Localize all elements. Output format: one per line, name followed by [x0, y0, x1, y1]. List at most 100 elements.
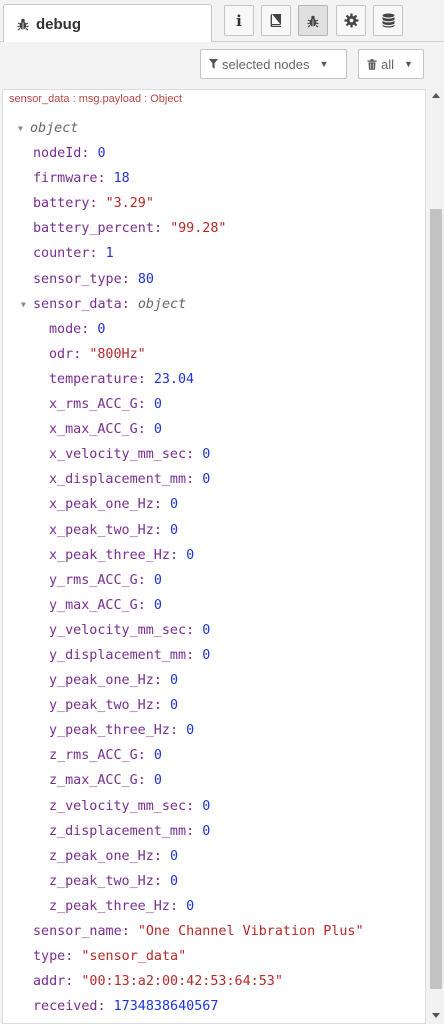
tree-property-row[interactable]: x_peak_one_Hz: 0 [3, 492, 423, 517]
property-colon: : [153, 848, 170, 864]
tree-property-row[interactable]: firmware: 18 [3, 166, 423, 191]
property-value[interactable]: 0 [154, 598, 162, 613]
property-value[interactable]: "3.29" [106, 196, 154, 211]
debug-button[interactable] [298, 5, 328, 36]
config-button[interactable] [336, 5, 366, 36]
clear-scope-label: all [381, 56, 395, 72]
expand-arrow-icon[interactable]: ▼ [18, 116, 23, 141]
property-value[interactable]: 0 [154, 773, 162, 788]
help-button[interactable] [261, 5, 291, 36]
tree-property-row[interactable]: z_peak_three_Hz: 0 [3, 894, 423, 919]
tree-property-row[interactable]: type: "sensor_data" [3, 944, 423, 969]
tree-property-row[interactable]: y_rms_ACC_G: 0 [3, 568, 423, 593]
property-value[interactable]: 0 [170, 874, 178, 889]
property-colon: : [169, 723, 187, 739]
property-value[interactable]: 0 [170, 698, 178, 713]
property-value[interactable]: "sensor_data" [81, 949, 186, 964]
property-value[interactable]: 23.04 [154, 372, 194, 387]
tree-property-row[interactable]: z_displacement_mm: 0 [3, 819, 423, 844]
property-value[interactable]: "99.28" [170, 221, 226, 236]
property-key: x_peak_three_Hz [49, 547, 170, 563]
scroll-up-icon[interactable] [432, 93, 440, 98]
tree-nested-row[interactable]: ▼ sensor_data: object [3, 292, 423, 317]
tree-property-row[interactable]: y_peak_one_Hz: 0 [3, 668, 423, 693]
message-tree: ▼ object nodeId: 0 firmware: 18 battery: "… [3, 116, 423, 1019]
expand-arrow-icon[interactable]: ▼ [21, 292, 26, 317]
tree-property-row[interactable]: y_max_ACC_G: 0 [3, 593, 423, 618]
property-value[interactable]: 0 [97, 322, 105, 337]
tree-property-row[interactable]: y_velocity_mm_sec: 0 [3, 618, 423, 643]
property-colon: : [153, 522, 170, 538]
tree-property-row[interactable]: z_peak_one_Hz: 0 [3, 844, 423, 869]
vertical-scrollbar[interactable] [428, 89, 444, 1024]
property-value[interactable]: 0 [186, 899, 194, 914]
property-key: y_max_ACC_G [49, 597, 138, 613]
property-colon: : [65, 949, 82, 965]
property-value[interactable]: "800Hz" [89, 347, 145, 362]
property-value[interactable]: 0 [154, 573, 162, 588]
property-value[interactable]: "One Channel Vibration Plus" [138, 924, 364, 939]
property-value[interactable]: 0 [154, 397, 162, 412]
property-colon: : [153, 497, 170, 513]
scroll-down-icon[interactable] [432, 1013, 440, 1018]
property-value[interactable]: 0 [186, 723, 194, 738]
root-type: object [30, 121, 79, 136]
tab-debug-label: debug [36, 15, 81, 33]
property-value[interactable]: 0 [170, 673, 178, 688]
tree-property-row[interactable]: battery_percent: "99.28" [3, 216, 423, 241]
property-value[interactable]: 80 [138, 272, 154, 287]
property-value[interactable]: 0 [186, 548, 194, 563]
tree-property-row[interactable]: temperature: 23.04 [3, 367, 423, 392]
tree-property-row[interactable]: y_peak_two_Hz: 0 [3, 693, 423, 718]
tree-property-row[interactable]: mode: 0 [3, 317, 423, 342]
tree-property-row[interactable]: addr: "00:13:a2:00:42:53:64:53" [3, 969, 423, 994]
tree-property-row[interactable]: z_peak_two_Hz: 0 [3, 869, 423, 894]
property-value[interactable]: 0 [170, 497, 178, 512]
tree-property-row[interactable]: odr: "800Hz" [3, 342, 423, 367]
tree-property-row[interactable]: counter: 1 [3, 241, 423, 266]
trash-icon [367, 58, 377, 70]
message-meta[interactable]: sensor_data : msg.payload : Object [9, 93, 182, 105]
tab-debug[interactable]: debug [3, 4, 212, 43]
property-value[interactable]: "00:13:a2:00:42:53:64:53" [81, 974, 283, 989]
tree-property-row[interactable]: received: 1734838640567 [3, 994, 423, 1019]
property-value[interactable]: 0 [170, 523, 178, 538]
context-button[interactable] [373, 5, 403, 36]
node-filter-dropdown[interactable]: selected nodes ▼ [200, 49, 347, 79]
tree-property-row[interactable]: nodeId: 0 [3, 141, 423, 166]
property-value[interactable]: 0 [202, 648, 210, 663]
property-value[interactable]: 0 [154, 422, 162, 437]
scrollbar-thumb[interactable] [430, 209, 442, 989]
tree-property-row[interactable]: sensor_type: 80 [3, 267, 423, 292]
tree-property-row[interactable]: x_displacement_mm: 0 [3, 467, 423, 492]
tree-root-row[interactable]: ▼ object [3, 116, 423, 141]
tree-property-row[interactable]: z_rms_ACC_G: 0 [3, 743, 423, 768]
property-value[interactable]: 0 [170, 849, 178, 864]
tree-property-row[interactable]: x_peak_two_Hz: 0 [3, 518, 423, 543]
property-value[interactable]: 0 [202, 824, 210, 839]
property-value[interactable]: 18 [114, 171, 130, 186]
info-button[interactable]: i [224, 5, 254, 36]
tree-property-row[interactable]: x_max_ACC_G: 0 [3, 417, 423, 442]
property-colon: : [186, 823, 203, 839]
tree-property-row[interactable]: z_max_ACC_G: 0 [3, 768, 423, 793]
property-value[interactable]: 0 [202, 447, 210, 462]
tree-property-row[interactable]: y_peak_three_Hz: 0 [3, 718, 423, 743]
property-key: sensor_type [33, 271, 122, 287]
property-value[interactable]: 0 [98, 146, 106, 161]
property-key: y_peak_three_Hz [49, 723, 170, 739]
property-value[interactable]: 0 [154, 748, 162, 763]
property-value[interactable]: 1734838640567 [114, 999, 219, 1014]
tree-property-row[interactable]: y_displacement_mm: 0 [3, 643, 423, 668]
property-value[interactable]: 0 [202, 799, 210, 814]
tree-property-row[interactable]: battery: "3.29" [3, 191, 423, 216]
property-value[interactable]: 0 [202, 623, 210, 638]
tree-property-row[interactable]: x_rms_ACC_G: 0 [3, 392, 423, 417]
property-value[interactable]: 1 [106, 246, 114, 261]
tree-property-row[interactable]: sensor_name: "One Channel Vibration Plus… [3, 919, 423, 944]
property-value[interactable]: 0 [202, 472, 210, 487]
tree-property-row[interactable]: x_velocity_mm_sec: 0 [3, 442, 423, 467]
clear-messages-button[interactable]: all ▼ [358, 49, 424, 79]
tree-property-row[interactable]: x_peak_three_Hz: 0 [3, 543, 423, 568]
tree-property-row[interactable]: z_velocity_mm_sec: 0 [3, 794, 423, 819]
